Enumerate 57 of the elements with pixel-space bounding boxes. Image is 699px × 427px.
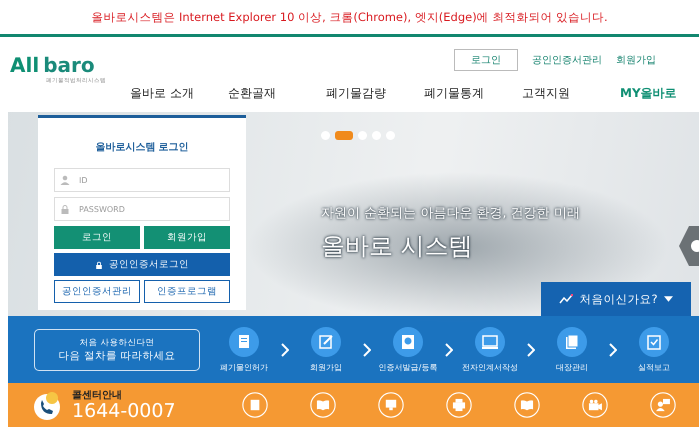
certificate-icon[interactable] [393,326,423,356]
step-label: 전자인계서작성 [462,362,518,372]
step-label: 회원가입 [310,362,342,372]
nav-menu-item[interactable]: 폐기물통계 [424,85,522,102]
chevron-right-icon [527,342,535,356]
nav-menu-item[interactable]: 고객지원 [522,85,620,102]
chevron-right-icon [363,342,371,356]
login-panel-button[interactable]: 공인인증서관리 [54,280,140,303]
chevron-right-icon [445,342,453,356]
logo-text: All [10,53,40,77]
login-button[interactable]: 로그인 [454,49,518,71]
browser-notice: 올바로시스템은 Internet Explorer 10 이상, 크롬(Chrome), 엣지(Edge)에 최적화되어 있습니다. [90,8,609,26]
phone-icon [32,390,62,420]
step-label: 폐기물인허가 [220,362,268,372]
user-icon [60,175,70,185]
header-link[interactable]: 회원가입 [616,53,656,67]
intro-heading: 다음 절차를 따라하세요 [58,348,176,362]
logo-text: baro [43,53,95,77]
call-center-label: 콜센터안내 [72,389,123,402]
login-input-field[interactable]: PASSWORD [54,197,230,221]
book-icon[interactable] [310,392,336,418]
monitor-icon[interactable] [475,326,505,356]
call-center-number: 1644-0007 [72,402,176,422]
monitor-icon[interactable] [378,392,404,418]
nav-menu-item[interactable]: 올바로 소개 [130,85,228,102]
step-label: 실적보고 [638,362,670,372]
pencil-icon[interactable] [311,326,341,356]
login-panel-button[interactable]: 로그인 [54,226,140,249]
caret-icon [664,296,673,302]
hero-title: 올바로 시스템 [321,231,474,262]
intro-text: 처음 사용하신다면 [80,336,154,348]
login-panel-button[interactable]: 인증프로그램 [144,280,230,303]
lock-icon [95,260,103,268]
chevron-right-icon [609,342,617,356]
clipboard-icon[interactable] [639,326,669,356]
step-label: 대장관리 [556,362,588,372]
nav-menu-item[interactable]: 폐기물감량 [326,85,424,102]
document-icon[interactable] [229,326,259,356]
first-time-dropdown[interactable]: 처음이신가요? [541,282,691,316]
book-icon[interactable] [514,392,540,418]
printer-icon[interactable] [446,392,472,418]
header-link[interactable]: 공인인증서관리 [532,53,602,67]
nav-menu-item[interactable]: 순환골재 [228,85,326,102]
chevron-right-icon [281,342,289,356]
trend-line-icon [559,294,574,304]
person-chat-icon[interactable] [650,392,676,418]
certificate-login-button[interactable]: 공인인증서로그인 [54,253,230,276]
lock-icon [60,204,70,214]
login-title: 올바로시스템 로그인 [94,141,190,154]
step-label: 인증서발급/등록 [378,362,438,372]
nav-menu-item[interactable]: MY올바로 [620,85,699,102]
hexagon-tab-icon[interactable] [679,226,699,266]
login-panel-button[interactable]: 회원가입 [144,226,230,249]
video-camera-icon[interactable] [582,392,608,418]
login-input-field[interactable]: ID [54,168,230,192]
hero-subtitle: 자원이 순환되는 아름다운 환경, 건강한 미래 [321,205,580,222]
documents-icon[interactable] [557,326,587,356]
